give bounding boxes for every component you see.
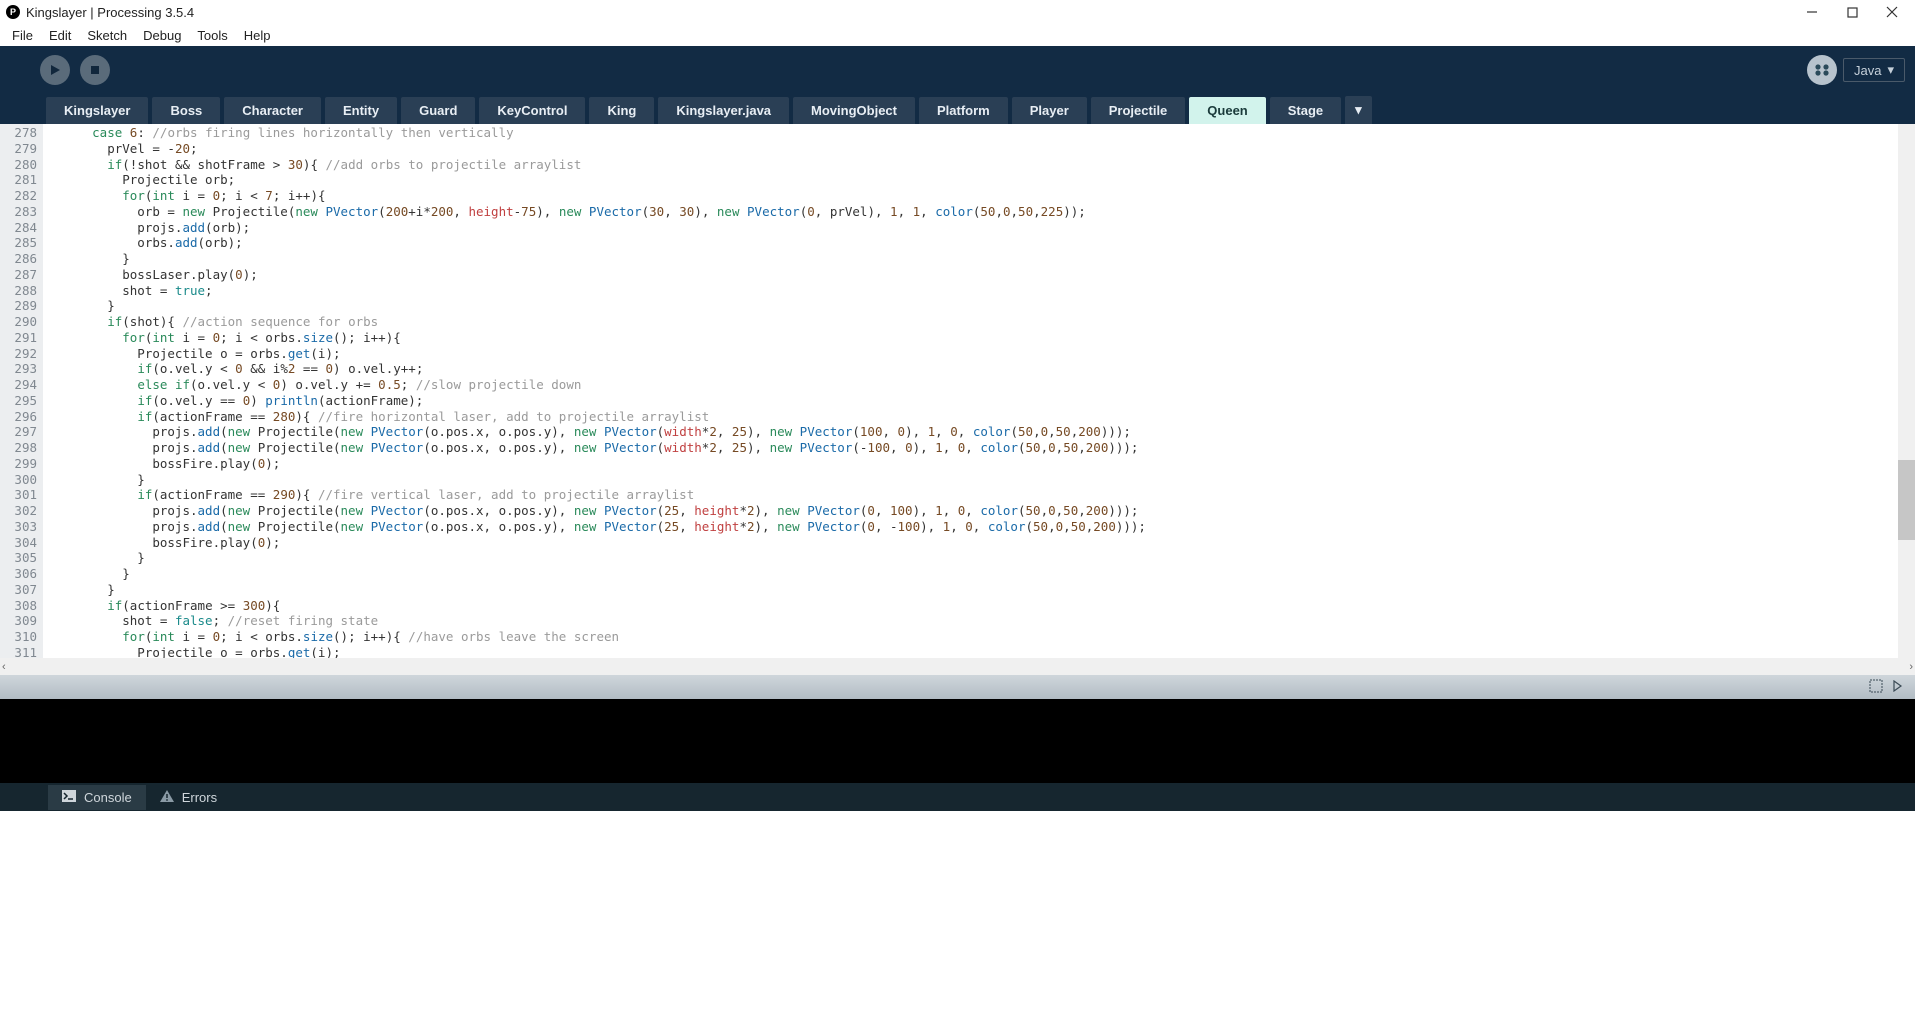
tab-kingslayer-java[interactable]: Kingslayer.java <box>658 97 789 124</box>
code-line: projs.add(new Projectile(new PVector(o.p… <box>47 424 1898 440</box>
tab-guard[interactable]: Guard <box>401 97 475 124</box>
vertical-scrollbar[interactable] <box>1898 124 1915 658</box>
tab-entity[interactable]: Entity <box>325 97 397 124</box>
code-area[interactable]: case 6: //orbs firing lines horizontally… <box>43 124 1898 658</box>
tab-character[interactable]: Character <box>224 97 321 124</box>
code-line: orb = new Projectile(new PVector(200+i*2… <box>47 204 1898 220</box>
code-line: } <box>47 298 1898 314</box>
bottom-bar: Console Errors <box>0 783 1915 811</box>
code-line: if(actionFrame >= 300){ <box>47 598 1898 614</box>
code-line: projs.add(new Projectile(new PVector(o.p… <box>47 440 1898 456</box>
code-line: if(shot){ //action sequence for orbs <box>47 314 1898 330</box>
code-line: } <box>47 582 1898 598</box>
status-icon-2[interactable] <box>1893 680 1905 695</box>
code-line: } <box>47 550 1898 566</box>
scrollbar-thumb[interactable] <box>1898 460 1915 540</box>
mode-selector[interactable]: Java ▾ <box>1843 58 1905 82</box>
tab-player[interactable]: Player <box>1012 97 1087 124</box>
warning-icon <box>160 790 174 805</box>
code-line: prVel = -20; <box>47 141 1898 157</box>
app-icon: P <box>6 5 20 19</box>
stop-button[interactable] <box>80 55 110 85</box>
scroll-right-icon[interactable]: › <box>1909 661 1913 673</box>
status-strip <box>0 675 1915 699</box>
code-line: bossFire.play(0); <box>47 535 1898 551</box>
code-line: if(actionFrame == 280){ //fire horizonta… <box>47 409 1898 425</box>
code-line: if(!shot && shotFrame > 30){ //add orbs … <box>47 157 1898 173</box>
code-line: if(o.vel.y == 0) println(actionFrame); <box>47 393 1898 409</box>
tab-platform[interactable]: Platform <box>919 97 1008 124</box>
maximize-button[interactable] <box>1845 5 1859 19</box>
menu-sketch[interactable]: Sketch <box>81 26 133 45</box>
tab-keycontrol[interactable]: KeyControl <box>479 97 585 124</box>
run-button[interactable] <box>40 55 70 85</box>
errors-tab-label: Errors <box>182 790 217 805</box>
window-title: Kingslayer | Processing 3.5.4 <box>26 5 1805 20</box>
status-icon-1[interactable] <box>1869 679 1883 696</box>
code-line: bossLaser.play(0); <box>47 267 1898 283</box>
window-titlebar: P Kingslayer | Processing 3.5.4 <box>0 0 1915 24</box>
code-line: } <box>47 566 1898 582</box>
tab-projectile[interactable]: Projectile <box>1091 97 1186 124</box>
menu-file[interactable]: File <box>6 26 39 45</box>
menu-debug[interactable]: Debug <box>137 26 187 45</box>
menubar: FileEditSketchDebugTools Help <box>0 24 1915 46</box>
tab-queen[interactable]: Queen <box>1189 97 1265 124</box>
tab-movingobject[interactable]: MovingObject <box>793 97 915 124</box>
code-line: case 6: //orbs firing lines horizontally… <box>47 125 1898 141</box>
console-tab-label: Console <box>84 790 132 805</box>
code-line: orbs.add(orb); <box>47 235 1898 251</box>
code-line: else if(o.vel.y < 0) o.vel.y += 0.5; //s… <box>47 377 1898 393</box>
scroll-left-icon[interactable]: ‹ <box>2 661 6 673</box>
menu-edit[interactable]: Edit <box>43 26 77 45</box>
code-line: for(int i = 0; i < orbs.size(); i++){ <box>47 330 1898 346</box>
code-line: for(int i = 0; i < orbs.size(); i++){ //… <box>47 629 1898 645</box>
mode-label: Java <box>1854 63 1881 78</box>
debug-butterfly-icon[interactable] <box>1807 55 1837 85</box>
console-tab[interactable]: Console <box>48 785 146 810</box>
line-gutter: 278 279 280 281 282 283 284 285 286 287 … <box>0 124 43 658</box>
menu-help[interactable]: Help <box>238 26 277 45</box>
tab-overflow-button[interactable]: ▾ <box>1345 96 1372 124</box>
editor: 278 279 280 281 282 283 284 285 286 287 … <box>0 124 1915 658</box>
chevron-down-icon: ▾ <box>1887 62 1894 78</box>
code-line: projs.add(new Projectile(new PVector(o.p… <box>47 503 1898 519</box>
code-line: if(o.vel.y < 0 && i%2 == 0) o.vel.y++; <box>47 361 1898 377</box>
horizontal-scrollbar[interactable]: ‹ › <box>0 658 1915 675</box>
code-line: for(int i = 0; i < 7; i++){ <box>47 188 1898 204</box>
code-line: Projectile o = orbs.get(i); <box>47 346 1898 362</box>
menu-tools[interactable]: Tools <box>191 26 233 45</box>
errors-tab[interactable]: Errors <box>146 785 231 810</box>
tab-kingslayer[interactable]: Kingslayer <box>46 97 148 124</box>
code-line: projs.add(new Projectile(new PVector(o.p… <box>47 519 1898 535</box>
tab-boss[interactable]: Boss <box>152 97 220 124</box>
tab-king[interactable]: King <box>589 97 654 124</box>
code-line: } <box>47 472 1898 488</box>
code-line: shot = true; <box>47 283 1898 299</box>
code-line: if(actionFrame == 290){ //fire vertical … <box>47 487 1898 503</box>
minimize-button[interactable] <box>1805 5 1819 19</box>
code-line: Projectile orb; <box>47 172 1898 188</box>
code-line: } <box>47 251 1898 267</box>
console-output[interactable] <box>0 699 1915 783</box>
code-line: projs.add(orb); <box>47 220 1898 236</box>
code-line: shot = false; //reset firing state <box>47 613 1898 629</box>
tab-stage[interactable]: Stage <box>1270 97 1341 124</box>
code-line: bossFire.play(0); <box>47 456 1898 472</box>
console-icon <box>62 790 76 805</box>
code-line: Projectile o = orbs.get(i); <box>47 645 1898 658</box>
close-button[interactable] <box>1885 5 1899 19</box>
toolbar: Java ▾ <box>0 46 1915 94</box>
tabbar: KingslayerBossCharacterEntityGuardKeyCon… <box>0 94 1915 124</box>
